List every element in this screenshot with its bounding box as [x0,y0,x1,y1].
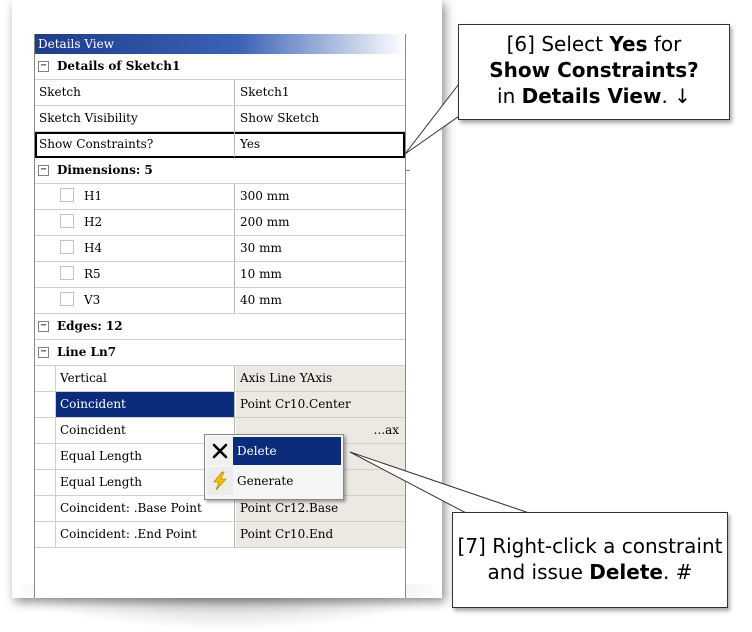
callout6-line3: in Details View. ↓ [497,84,691,108]
callout7-line2: and issue Delete. # [487,560,693,584]
callout-step7: [7] Right-click a constraint and issue D… [452,512,728,608]
callout7-line1: [7] Right-click a constraint [457,534,723,558]
callout6-line1: [6] Select Yes for [506,32,682,56]
callout6-line2: Show Constraints? [489,58,699,82]
callout-step6: [6] Select Yes for Show Constraints? in … [458,24,730,120]
callout7-pointer [349,451,533,515]
